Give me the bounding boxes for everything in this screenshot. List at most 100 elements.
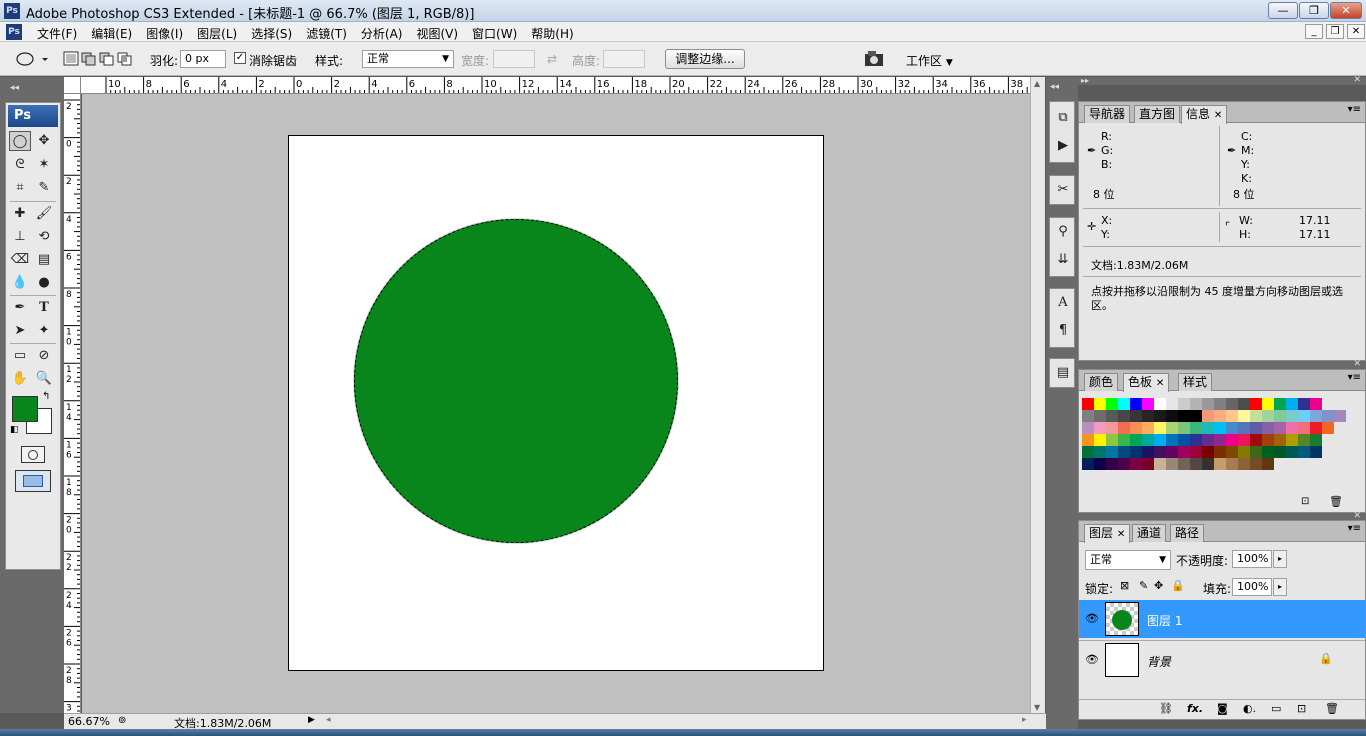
color-swatch[interactable] — [1130, 398, 1142, 410]
color-swatch[interactable] — [1286, 446, 1298, 458]
zoom-preview-icon[interactable]: ⊚ — [118, 715, 126, 726]
bridge-icon[interactable] — [863, 49, 887, 69]
color-swatch[interactable] — [1106, 458, 1118, 470]
menu-edit[interactable]: 编辑(E) — [84, 25, 139, 42]
restore-button[interactable]: ❐ — [1299, 2, 1329, 19]
color-swatch[interactable] — [1166, 458, 1178, 470]
brushes-icon[interactable]: ⚲ — [1053, 222, 1073, 242]
move-tool-icon[interactable]: ✥ — [33, 131, 55, 151]
color-swatch[interactable] — [1214, 398, 1226, 410]
layer-mask-icon[interactable]: ◙ — [1217, 702, 1228, 715]
color-swatch[interactable] — [1082, 410, 1094, 422]
color-swatch[interactable] — [1262, 434, 1274, 446]
color-swatch[interactable] — [1322, 422, 1334, 434]
color-swatch[interactable] — [1262, 446, 1274, 458]
workspace-menu[interactable]: 工作区 ▼ — [906, 52, 953, 69]
menu-filter[interactable]: 滤镜(T) — [299, 25, 354, 42]
fill-input[interactable]: 100% — [1232, 578, 1272, 596]
close-tab-icon[interactable]: ✕ — [1117, 529, 1125, 540]
color-swatch[interactable] — [1190, 446, 1202, 458]
color-swatch[interactable] — [1214, 446, 1226, 458]
layer-name[interactable]: 图层 1 — [1147, 612, 1182, 629]
color-swatch[interactable] — [1214, 434, 1226, 446]
color-swatch[interactable] — [1250, 410, 1262, 422]
color-swatch[interactable] — [1130, 434, 1142, 446]
zoom-tool-icon[interactable]: 🔍 — [33, 369, 55, 389]
new-swatch-icon[interactable]: ⊡ — [1301, 496, 1309, 507]
color-swatch[interactable] — [1154, 398, 1166, 410]
color-swatch[interactable] — [1310, 398, 1322, 410]
refine-edge-button[interactable]: 调整边缘... — [665, 49, 745, 69]
foreground-color-swatch[interactable] — [12, 396, 38, 422]
crop-tool-icon[interactable]: ⌗ — [9, 178, 31, 198]
blend-mode-select[interactable]: 正常 ▼ — [1085, 550, 1171, 570]
color-swatch[interactable] — [1082, 398, 1094, 410]
color-swatch[interactable] — [1166, 422, 1178, 434]
menu-file[interactable]: 文件(F) — [30, 25, 84, 42]
pen-tool-icon[interactable]: ✒ — [9, 298, 31, 318]
color-swatch[interactable] — [1274, 434, 1286, 446]
color-swatch[interactable] — [1298, 446, 1310, 458]
height-input[interactable] — [603, 50, 645, 68]
color-swatch[interactable] — [1226, 422, 1238, 434]
color-swatch[interactable] — [1238, 434, 1250, 446]
color-swatch[interactable] — [1178, 434, 1190, 446]
color-swatch[interactable] — [1178, 410, 1190, 422]
lock-all-icon[interactable]: 🔒 — [1171, 579, 1185, 592]
custom-shape-tool-icon[interactable]: ✦ — [33, 321, 55, 341]
color-swatch[interactable] — [1250, 398, 1262, 410]
color-swatch[interactable] — [1118, 458, 1130, 470]
opacity-slider-icon[interactable]: ▸ — [1273, 550, 1287, 568]
color-swatch[interactable] — [1298, 434, 1310, 446]
color-swatch[interactable] — [1178, 458, 1190, 470]
scroll-left-icon[interactable]: ◂ — [326, 715, 331, 725]
color-swatch[interactable] — [1130, 422, 1142, 434]
color-swatch[interactable] — [1106, 434, 1118, 446]
color-swatch[interactable] — [1262, 458, 1274, 470]
color-swatch[interactable] — [1154, 446, 1166, 458]
layer-row-background[interactable]: 👁 背景 🔒 — [1079, 640, 1365, 678]
color-swatch[interactable] — [1298, 398, 1310, 410]
color-swatch[interactable] — [1142, 398, 1154, 410]
gradient-tool-icon[interactable]: ▤ — [33, 250, 55, 270]
history-icon[interactable]: ⧉ — [1053, 108, 1073, 128]
color-swatch[interactable] — [1166, 434, 1178, 446]
color-swatch[interactable] — [1286, 434, 1298, 446]
color-swatch[interactable] — [1286, 398, 1298, 410]
paragraph-icon[interactable]: ¶ — [1053, 321, 1073, 341]
eyedropper-tool-icon[interactable]: ⊘ — [33, 346, 55, 366]
color-swatch[interactable] — [1310, 434, 1322, 446]
color-swatch[interactable] — [1250, 458, 1262, 470]
collapse-arrows-icon[interactable]: ◂◂ — [1050, 82, 1059, 92]
visibility-eye-icon[interactable]: 👁 — [1085, 653, 1099, 666]
color-swatch[interactable] — [1262, 422, 1274, 434]
doc-restore-button[interactable]: ❐ — [1326, 24, 1344, 39]
link-layers-icon[interactable]: ⛓ — [1159, 702, 1173, 715]
history-brush-tool-icon[interactable]: ⟲ — [33, 227, 55, 247]
tab-navigator[interactable]: 导航器 — [1084, 105, 1131, 123]
scroll-up-icon[interactable]: ▲ — [1034, 79, 1040, 88]
color-swatch[interactable] — [1214, 410, 1226, 422]
color-swatch[interactable] — [1190, 434, 1202, 446]
tool-presets-icon[interactable]: ✂ — [1053, 180, 1073, 200]
app-menu-icon[interactable]: Ps — [6, 24, 22, 40]
fill-slider-icon[interactable]: ▸ — [1273, 578, 1287, 596]
color-swatch[interactable] — [1226, 398, 1238, 410]
color-swatch[interactable] — [1286, 410, 1298, 422]
color-swatch[interactable] — [1106, 410, 1118, 422]
color-swatch[interactable] — [1202, 398, 1214, 410]
close-tab-icon[interactable]: ✕ — [1156, 378, 1164, 389]
layer-row-layer1[interactable]: 👁 图层 1 — [1079, 600, 1365, 638]
color-swatch[interactable] — [1142, 422, 1154, 434]
color-swatch[interactable] — [1118, 410, 1130, 422]
color-swatch[interactable] — [1274, 446, 1286, 458]
color-swatch[interactable] — [1082, 458, 1094, 470]
lock-image-icon[interactable]: ✎ — [1139, 579, 1148, 592]
new-layer-icon[interactable]: ⊡ — [1297, 702, 1306, 715]
magic-wand-tool-icon[interactable]: ✶ — [33, 155, 55, 175]
panel-menu-icon[interactable]: ▾≡ — [1348, 372, 1361, 383]
collapse-arrows-icon[interactable]: ◂◂ — [10, 83, 19, 93]
color-swatch[interactable] — [1226, 446, 1238, 458]
color-swatch[interactable] — [1118, 434, 1130, 446]
panel-menu-icon[interactable]: ▾≡ — [1348, 104, 1361, 115]
